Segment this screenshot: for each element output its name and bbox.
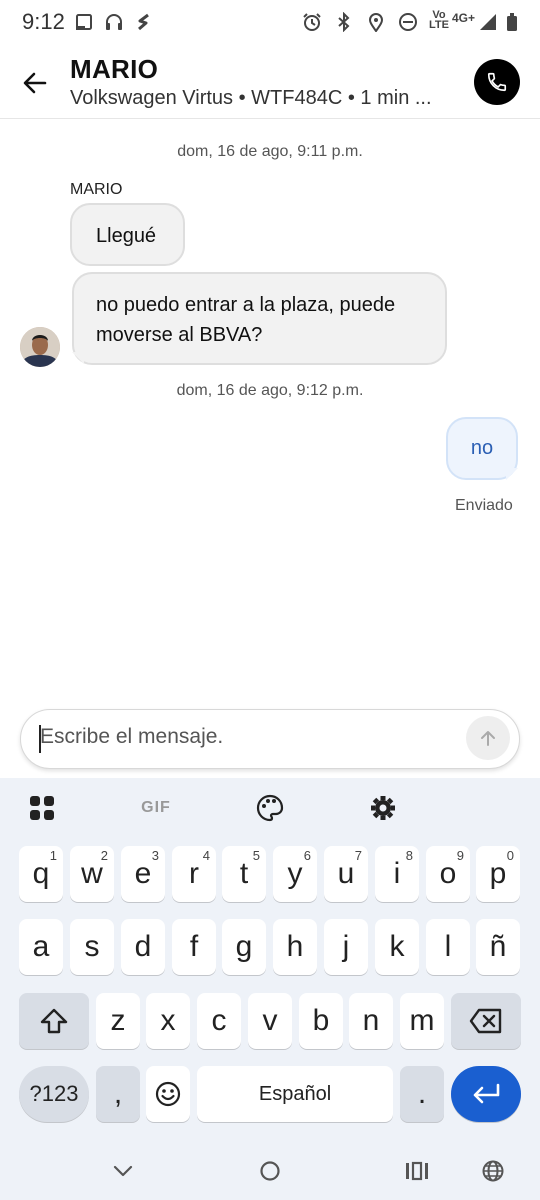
key-b[interactable]: b [299, 993, 343, 1049]
key-t[interactable]: t5 [222, 846, 266, 902]
key-f[interactable]: f [172, 919, 216, 975]
key-k[interactable]: k [375, 919, 419, 975]
back-arrow-icon [23, 72, 47, 94]
key-s[interactable]: s [70, 919, 114, 975]
key-v[interactable]: v [248, 993, 292, 1049]
volte-label: Vo LTE [429, 9, 449, 31]
headphones-icon [104, 12, 124, 32]
status-time: 9:12 [22, 9, 65, 34]
avatar[interactable] [20, 327, 60, 367]
shift-icon [40, 1008, 68, 1034]
symbols-key[interactable]: ?123 [19, 1066, 89, 1122]
screen-icon [74, 12, 94, 32]
alarm-icon [302, 12, 322, 32]
date-separator: dom, 16 de ago, 9:11 p.m. [177, 143, 363, 160]
home-icon[interactable] [255, 1156, 285, 1186]
network-label: 4G+ [452, 11, 476, 25]
trip-details: Volkswagen Virtus • WTF484C • 1 min ... [70, 87, 432, 109]
language-globe-icon[interactable] [478, 1156, 508, 1186]
settings-gear-icon[interactable] [368, 793, 398, 823]
key-q[interactable]: q1 [19, 846, 63, 902]
recents-icon[interactable] [402, 1156, 432, 1186]
message-text: no [470, 437, 494, 459]
comma-key[interactable]: , [96, 1066, 140, 1122]
enter-key[interactable] [451, 1066, 521, 1122]
backspace-key[interactable] [451, 993, 521, 1049]
text-cursor [39, 725, 41, 753]
key-d[interactable]: d [121, 919, 165, 975]
emoji-icon [155, 1081, 181, 1107]
enter-icon [473, 1083, 500, 1104]
key-n[interactable]: n [349, 993, 393, 1049]
shift-key[interactable] [19, 993, 89, 1049]
key-c[interactable]: c [197, 993, 241, 1049]
key-r[interactable]: r4 [172, 846, 216, 902]
message-text-line: moverse al BBVA? [96, 324, 263, 346]
bubble-tail [72, 352, 84, 364]
app-s-icon [134, 12, 154, 32]
key-l[interactable]: l [426, 919, 470, 975]
key-n-tilde[interactable]: ñ [476, 919, 520, 975]
key-m[interactable]: m [400, 993, 444, 1049]
key-o[interactable]: o9 [426, 846, 470, 902]
key-x[interactable]: x [146, 993, 190, 1049]
hide-keyboard-icon[interactable] [108, 1156, 138, 1186]
backspace-icon [469, 1008, 502, 1034]
battery-icon [502, 12, 522, 32]
key-y[interactable]: y6 [273, 846, 317, 902]
key-g[interactable]: g [222, 919, 266, 975]
location-icon [366, 12, 386, 32]
key-h[interactable]: h [273, 919, 317, 975]
key-e[interactable]: e3 [121, 846, 165, 902]
space-key[interactable]: Español [197, 1066, 393, 1122]
key-u[interactable]: u7 [324, 846, 368, 902]
arrow-up-icon [481, 731, 495, 746]
back-button[interactable] [20, 68, 50, 98]
key-p[interactable]: p0 [476, 846, 520, 902]
key-i[interactable]: i8 [375, 846, 419, 902]
bluetooth-icon [334, 12, 354, 32]
send-button[interactable] [466, 716, 510, 760]
do-not-disturb-icon [398, 12, 418, 32]
emoji-key[interactable] [146, 1066, 190, 1122]
period-key[interactable]: . [400, 1066, 444, 1122]
incoming-message[interactable]: no puedo entrar a la plaza, puede movers… [72, 272, 447, 365]
delivery-status: Enviado [455, 497, 513, 514]
phone-icon [487, 72, 507, 92]
message-input-placeholder: Escribe el mensaje. [40, 725, 224, 748]
apps-grid-icon[interactable] [27, 793, 57, 823]
key-a[interactable]: a [19, 919, 63, 975]
contact-name: MARIO [70, 54, 159, 84]
date-separator: dom, 16 de ago, 9:12 p.m. [176, 382, 364, 399]
key-j[interactable]: j [324, 919, 368, 975]
signal-icon [478, 12, 498, 32]
key-z[interactable]: z [96, 993, 140, 1049]
key-w[interactable]: w2 [70, 846, 114, 902]
chat-header: MARIO Volkswagen Virtus • WTF484C • 1 mi… [0, 46, 540, 119]
bubble-tail [506, 468, 518, 480]
sender-name: MARIO [70, 181, 123, 198]
status-bar: 9:12 Vo LTE 4G+ [0, 0, 540, 46]
palette-icon[interactable] [255, 793, 285, 823]
call-button[interactable] [474, 59, 520, 105]
gif-button[interactable]: GIF [136, 793, 176, 823]
message-text: Llegué [96, 225, 157, 247]
incoming-message[interactable]: Llegué [70, 203, 185, 266]
message-text-line: no puedo entrar a la plaza, puede [96, 294, 396, 316]
keyboard [0, 778, 540, 1200]
